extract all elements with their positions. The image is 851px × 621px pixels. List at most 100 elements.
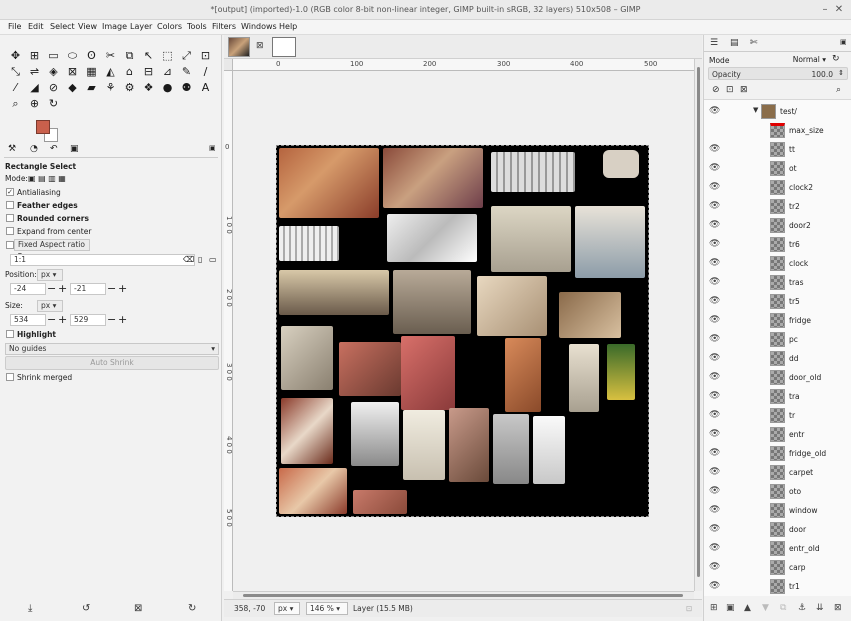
expand-from-center-checkbox[interactable] xyxy=(6,227,14,235)
image-thumbnail[interactable] xyxy=(228,37,250,57)
layer-list[interactable]: 👁 ▼ test/ max_size 👁 tt 👁 ot 👁 clock2 👁 tr2 … xyxy=(704,99,851,596)
antialiasing-checkbox[interactable]: ✓ xyxy=(6,188,14,196)
paintbrush-tool-icon[interactable]: ∕ xyxy=(196,64,215,80)
rounded-corners-checkbox[interactable] xyxy=(6,214,14,222)
layer-row[interactable]: max_size xyxy=(704,121,851,140)
paths-tool-icon[interactable]: ↖ xyxy=(139,48,158,64)
vertical-scrollbar[interactable] xyxy=(694,59,702,591)
eye-icon[interactable]: 👁 xyxy=(709,562,720,572)
eye-icon[interactable]: 👁 xyxy=(709,296,720,306)
layer-row[interactable]: 👁 tr6 xyxy=(704,235,851,254)
close-tab-icon[interactable]: ⊠ xyxy=(256,41,264,51)
highlight-checkbox[interactable] xyxy=(6,330,14,338)
eye-icon[interactable]: 👁 xyxy=(709,524,720,534)
perspective-clone-tool-icon[interactable]: ❖ xyxy=(139,80,158,96)
eye-icon[interactable]: 👁 xyxy=(709,315,720,325)
blur-tool-icon[interactable]: ● xyxy=(158,80,177,96)
layer-row[interactable]: 👁 clock2 xyxy=(704,178,851,197)
menu-layer[interactable]: Layer xyxy=(130,22,152,31)
lock-pixels-icon[interactable]: ⊡ xyxy=(726,85,734,95)
eye-icon[interactable]: 👁 xyxy=(709,448,720,458)
raise-layer-icon[interactable]: ▲ xyxy=(744,603,751,613)
layer-row[interactable]: 👁 carp xyxy=(704,558,851,577)
eye-icon[interactable]: 👁 xyxy=(709,201,720,211)
eye-icon[interactable]: 👁 xyxy=(709,106,720,116)
stepper-icon[interactable]: ⇕ xyxy=(838,69,844,77)
auto-shrink-button[interactable]: Auto Shrink xyxy=(5,356,219,370)
layer-row[interactable]: 👁 door xyxy=(704,520,851,539)
text-tool-icon[interactable]: A xyxy=(196,80,215,96)
eraser-tool-icon[interactable]: ⊘ xyxy=(44,80,63,96)
eye-icon[interactable]: 👁 xyxy=(709,277,720,287)
cage-tool-icon[interactable]: ◈ xyxy=(44,64,63,80)
handle-transform-tool-icon[interactable]: ▦ xyxy=(82,64,101,80)
scale-tool-icon[interactable]: ⤡ xyxy=(6,64,25,80)
ink-tool-icon[interactable]: ◢ xyxy=(25,80,44,96)
landscape-icon[interactable]: ▭ xyxy=(209,255,217,264)
eye-icon[interactable]: 👁 xyxy=(709,372,720,382)
feather-edges-checkbox[interactable] xyxy=(6,201,14,209)
layer-row[interactable]: 👁 door2 xyxy=(704,216,851,235)
tool-options-tab-icon[interactable]: ⚒ xyxy=(8,144,16,154)
delete-options-icon[interactable]: ⊠ xyxy=(134,603,142,614)
device-status-tab-icon[interactable]: ◔ xyxy=(30,144,38,154)
zoom-dropdown[interactable]: 146 % ▾ xyxy=(306,602,348,615)
layer-row[interactable]: 👁 tr1 xyxy=(704,577,851,596)
layer-row[interactable]: 👁 tt xyxy=(704,140,851,159)
menu-windows[interactable]: Windows xyxy=(241,22,277,31)
eye-icon[interactable]: 👁 xyxy=(709,258,720,268)
eye-icon[interactable]: 👁 xyxy=(709,505,720,515)
duplicate-layer-icon[interactable]: ⧉ xyxy=(780,603,786,613)
menu-view[interactable]: View xyxy=(78,22,97,31)
menu-colors[interactable]: Colors xyxy=(157,22,182,31)
menu-help[interactable]: Help xyxy=(279,22,297,31)
gradient-tool-icon[interactable]: ⌂ xyxy=(120,64,139,80)
layer-row[interactable]: 👁 dd xyxy=(704,349,851,368)
eye-icon[interactable]: 👁 xyxy=(709,220,720,230)
images-tab-icon[interactable]: ▣ xyxy=(70,144,79,154)
smudge-tool-icon[interactable]: ▰ xyxy=(82,80,101,96)
eye-icon[interactable]: 👁 xyxy=(709,410,720,420)
warp-transform-tool-icon[interactable]: ⊡ xyxy=(196,48,215,64)
bucket-fill-tool-icon[interactable]: ◭ xyxy=(101,64,120,80)
dodge-tool-icon[interactable]: ⚙ xyxy=(120,80,139,96)
eye-icon[interactable]: 👁 xyxy=(709,391,720,401)
menu-tools[interactable]: Tools xyxy=(187,22,207,31)
layer-row[interactable]: 👁 fridge_old xyxy=(704,444,851,463)
heal-tool-icon[interactable]: ⚘ xyxy=(101,80,120,96)
eye-icon[interactable]: 👁 xyxy=(709,467,720,477)
eye-icon[interactable]: 👁 xyxy=(709,429,720,439)
layer-row[interactable]: 👁 tra xyxy=(704,387,851,406)
new-layer-icon[interactable]: ⊞ xyxy=(710,603,718,613)
reset-options-icon[interactable]: ↻ xyxy=(188,603,196,614)
collapse-icon[interactable]: ▼ xyxy=(753,106,758,114)
new-group-icon[interactable]: ▣ xyxy=(726,603,735,613)
ruler-corner[interactable] xyxy=(224,59,233,71)
foreground-color[interactable] xyxy=(36,120,50,134)
layer-row[interactable]: 👁 entr xyxy=(704,425,851,444)
foreground-select-tool-icon[interactable]: ⧉ xyxy=(120,48,139,64)
anchor-layer-icon[interactable]: ⚓ xyxy=(798,603,806,613)
fixed-aspect-dropdown[interactable]: Fixed Aspect ratio ▾ xyxy=(14,239,90,259)
size-width-field[interactable]: 534 xyxy=(10,314,46,326)
panel-menu-icon[interactable]: ▣ xyxy=(209,144,216,152)
lock-alpha-icon[interactable]: ⊠ xyxy=(740,85,748,95)
size-height-field[interactable]: 529 xyxy=(70,314,106,326)
pencil-tool-icon[interactable]: ✎ xyxy=(177,64,196,80)
perspective-tool-icon[interactable]: ⊠ xyxy=(63,64,82,80)
size-height-decrement[interactable]: − xyxy=(107,314,116,326)
mode-reset-icon[interactable]: ↻ xyxy=(832,54,840,64)
portrait-icon[interactable]: ▯ xyxy=(198,255,202,264)
aspect-ratio-field[interactable]: 1:1 xyxy=(10,254,195,266)
eye-icon[interactable]: 👁 xyxy=(709,144,720,154)
merge-layer-icon[interactable]: ⇊ xyxy=(816,603,824,613)
layer-row[interactable]: 👁 carpet xyxy=(704,463,851,482)
lower-layer-icon[interactable]: ▼ xyxy=(762,603,769,613)
layer-row[interactable]: 👁 tr5 xyxy=(704,292,851,311)
layer-row[interactable]: 👁 fridge xyxy=(704,311,851,330)
lasso-tool-icon[interactable]: ʘ xyxy=(82,48,101,64)
eye-icon[interactable]: 👁 xyxy=(709,239,720,249)
rotate-tool-icon[interactable]: ↻ xyxy=(44,96,63,112)
menu-filters[interactable]: Filters xyxy=(212,22,236,31)
layers-tab-icon[interactable]: ☰ xyxy=(710,38,718,48)
